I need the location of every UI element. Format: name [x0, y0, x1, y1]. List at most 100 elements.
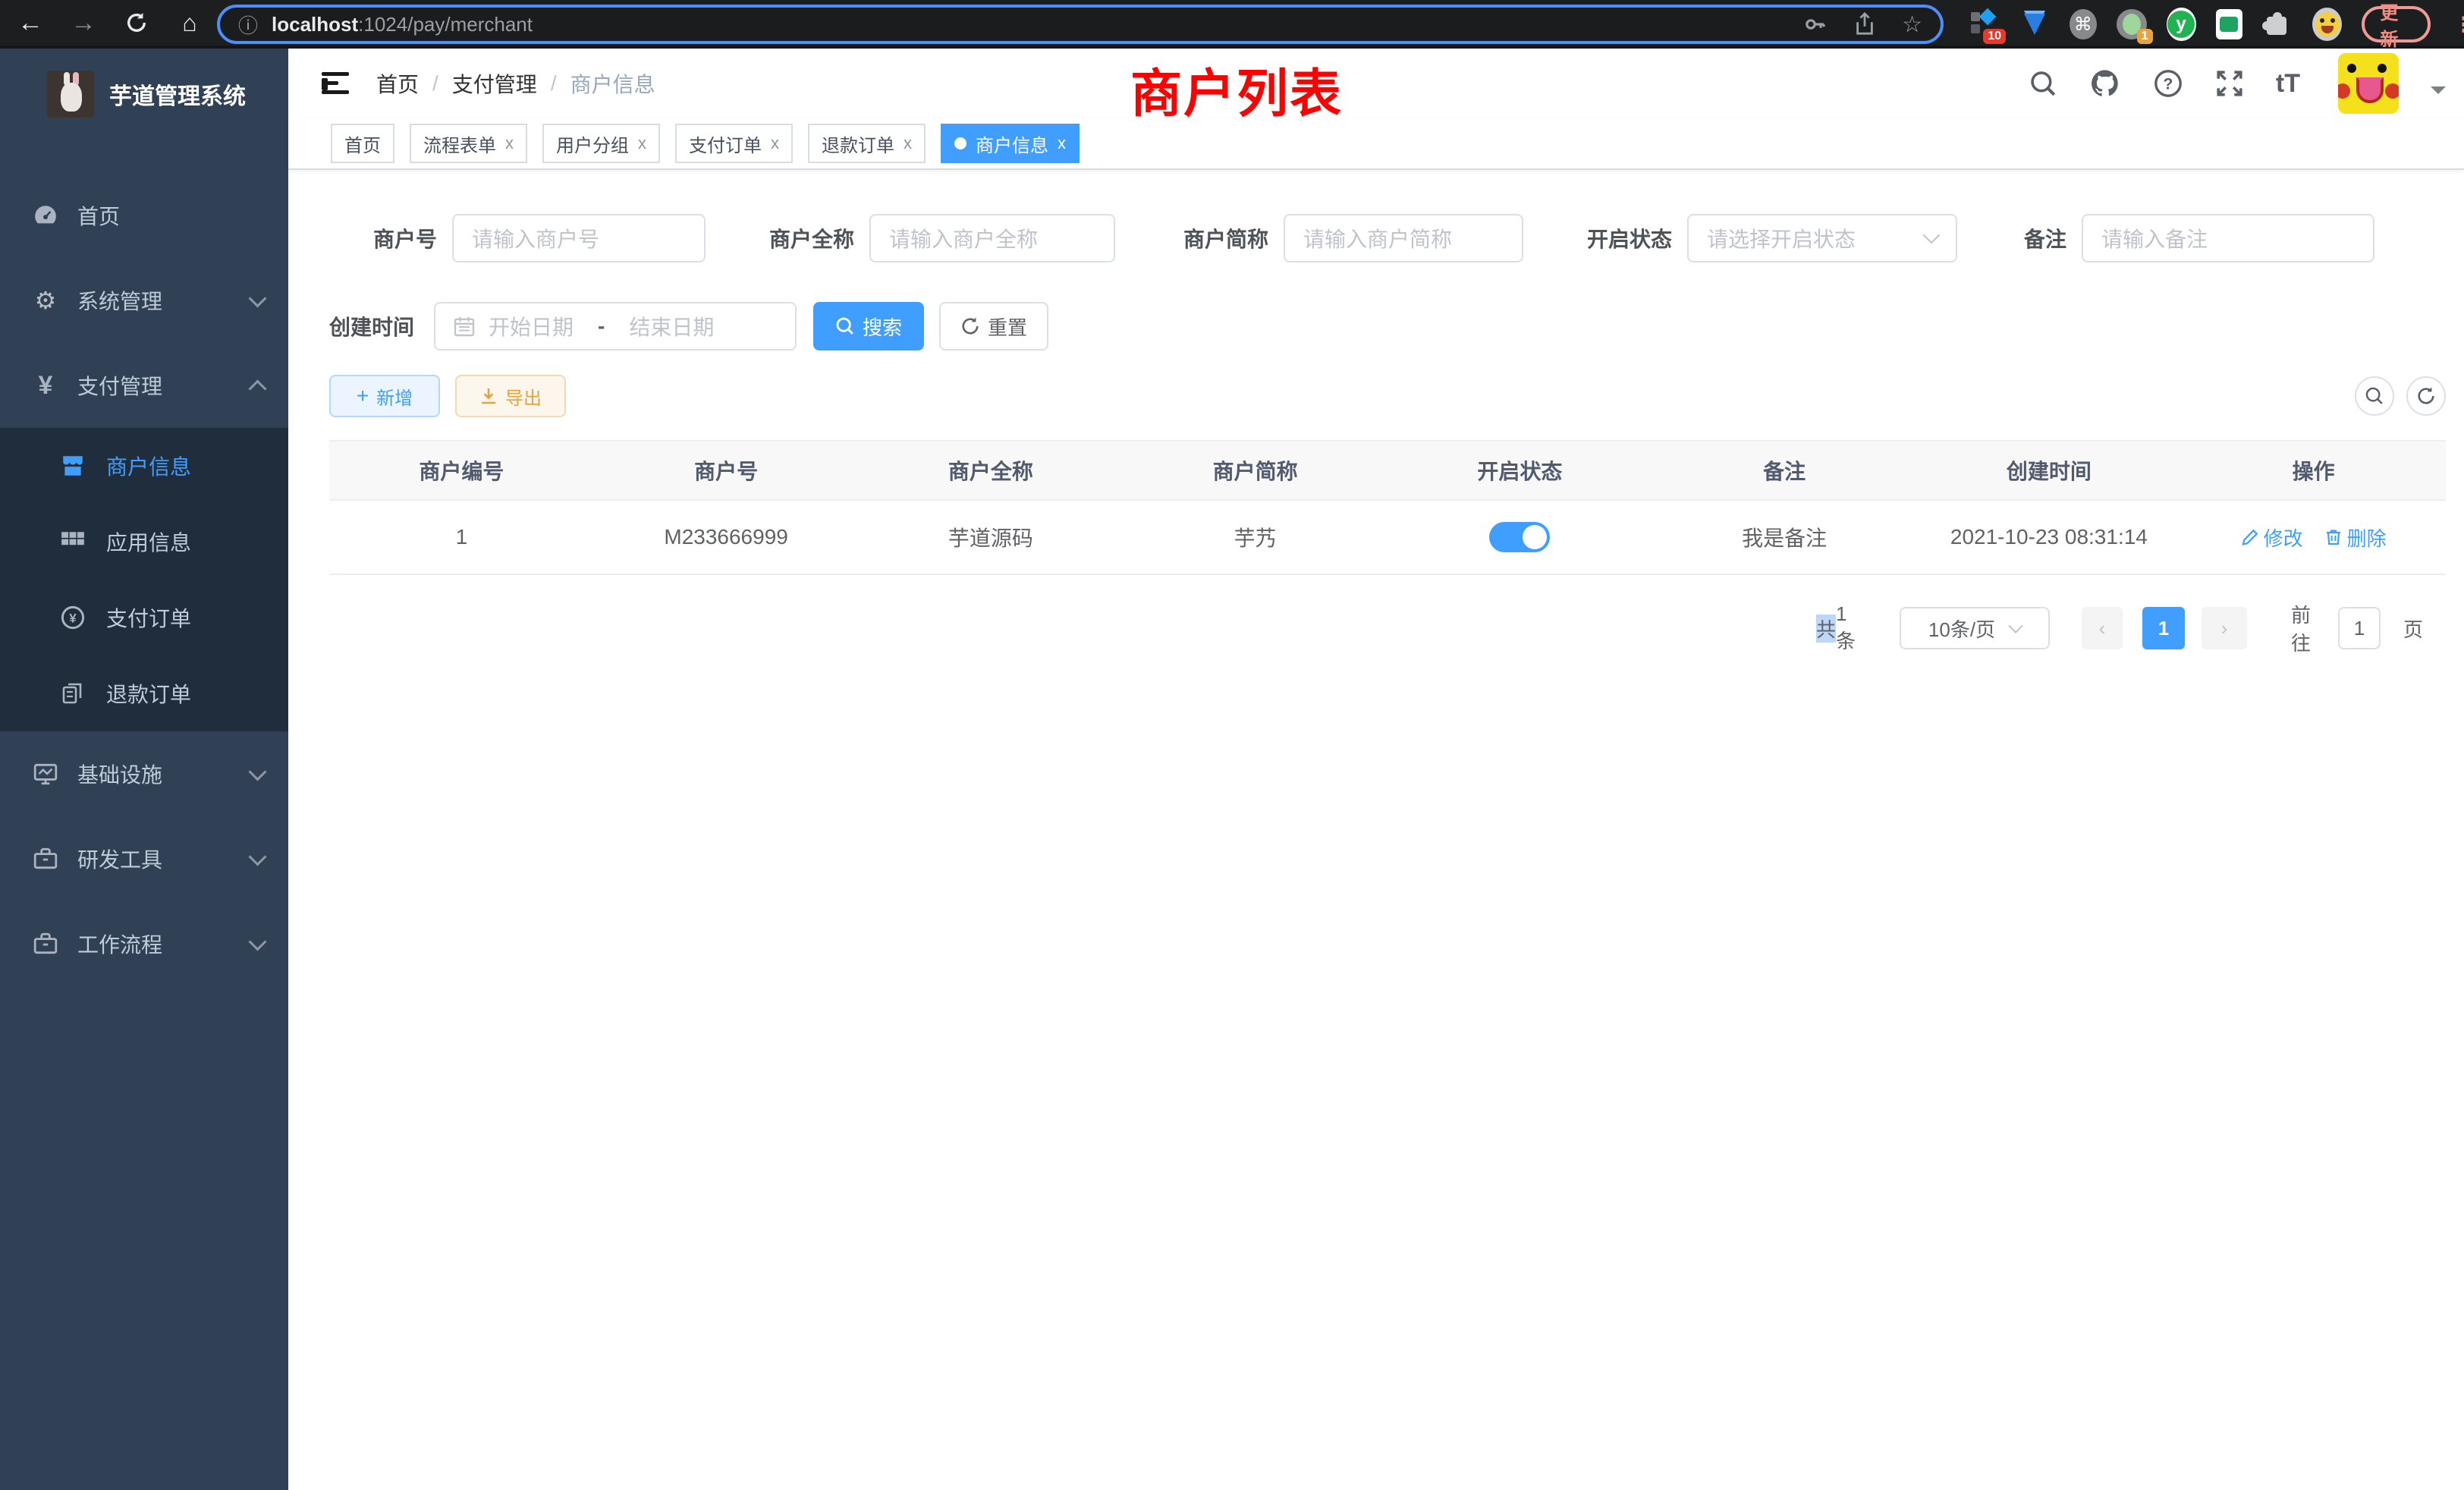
- grid-icon: [59, 529, 86, 555]
- extensions-puzzle-icon[interactable]: [2262, 9, 2293, 39]
- chevron-down-icon: [248, 289, 266, 307]
- briefcase-icon: [32, 931, 59, 957]
- help-icon[interactable]: ?: [2153, 68, 2183, 99]
- sidebar-item-system[interactable]: ⚙ 系统管理: [0, 258, 288, 343]
- extension-y-icon[interactable]: y: [2167, 8, 2196, 41]
- browser-home-button[interactable]: ⌂: [168, 2, 211, 44]
- full-name-input[interactable]: 请输入商户全称: [869, 214, 1115, 262]
- sidebar-item-app-info[interactable]: 应用信息: [0, 504, 288, 580]
- url-path: :1024/pay/merchant: [358, 13, 533, 36]
- reset-button[interactable]: 重置: [939, 302, 1048, 350]
- sidebar-item-workflow[interactable]: 工作流程: [0, 901, 288, 986]
- page-size-select[interactable]: 10条/页: [1900, 607, 2050, 649]
- sidebar-item-infrastructure[interactable]: 基础设施: [0, 731, 288, 816]
- browser-update-button[interactable]: 更新: [2362, 6, 2431, 42]
- toggle-search-button[interactable]: [2355, 376, 2394, 416]
- sidebar-item-payment[interactable]: ¥ 支付管理: [0, 343, 288, 428]
- browser-profile-avatar[interactable]: [2312, 8, 2342, 41]
- github-icon[interactable]: [2089, 68, 2121, 99]
- extension-chat-icon[interactable]: [2216, 9, 2243, 39]
- sidebar-item-home[interactable]: 首页: [0, 173, 288, 258]
- short-name-input[interactable]: 请输入商户简称: [1284, 214, 1523, 262]
- refresh-icon: [2416, 386, 2436, 406]
- extension-gem-icon[interactable]: [2019, 9, 2050, 39]
- user-avatar[interactable]: [2338, 53, 2399, 114]
- next-page-button[interactable]: ›: [2202, 607, 2247, 649]
- y-glyph: y: [2167, 11, 2195, 38]
- calendar-icon: [454, 316, 475, 337]
- close-icon[interactable]: x: [505, 134, 514, 153]
- sidebar-logo-row[interactable]: 芋道管理系统: [0, 49, 288, 140]
- search-icon: [835, 316, 855, 336]
- status-toggle[interactable]: [1489, 522, 1550, 552]
- prev-page-button[interactable]: ‹: [2082, 607, 2123, 649]
- password-key-icon[interactable]: [1803, 12, 1828, 36]
- tab-user-group[interactable]: 用户分组x: [542, 124, 660, 163]
- app-title: 芋道管理系统: [109, 77, 246, 111]
- export-button-label: 导出: [505, 383, 542, 410]
- sidebar-item-merchant-info[interactable]: 商户信息: [0, 428, 288, 504]
- close-icon[interactable]: x: [904, 134, 912, 153]
- tab-merchant-info[interactable]: 商户信息 x: [941, 124, 1080, 163]
- sidebar-item-pay-order[interactable]: ¥ 支付订单: [0, 580, 288, 655]
- cell-id: 1: [329, 501, 594, 574]
- total-count: 共1条: [1816, 607, 1856, 649]
- sidebar-collapse-button[interactable]: [322, 72, 349, 95]
- tab-refund-order[interactable]: 退款订单x: [808, 124, 926, 163]
- site-info-icon[interactable]: ⓘ: [238, 11, 258, 39]
- refresh-table-button[interactable]: [2406, 376, 2446, 416]
- share-icon[interactable]: [1853, 12, 1876, 36]
- delete-link[interactable]: 删除: [2324, 523, 2387, 552]
- user-menu-caret-icon[interactable]: [2431, 86, 2446, 102]
- screen: ← → ⌂ ⓘ localhost:1024/pay/merchant ☆ 10…: [0, 0, 2464, 1490]
- page-size-value: 10条/页: [1928, 615, 1995, 643]
- page-number-1[interactable]: 1: [2142, 607, 2185, 649]
- column-header-actions: 操作: [2181, 442, 2446, 499]
- browser-back-button[interactable]: ←: [9, 2, 52, 44]
- goto-suffix: 页: [2403, 607, 2423, 649]
- sidebar-item-refund-order[interactable]: 退款订单: [0, 655, 288, 731]
- extension-recorder-icon[interactable]: 1: [2117, 9, 2147, 39]
- table-header-row: 商户编号 商户号 商户全称 商户简称 开启状态 备注 创建时间 操作: [329, 442, 2446, 501]
- date-range-input[interactable]: 开始日期 - 结束日期: [434, 302, 797, 350]
- merchant-no-input[interactable]: 请输入商户号: [452, 214, 706, 262]
- placeholder-text: 请输入备注: [2101, 223, 2208, 253]
- tags-view: 首页 流程表单 x 用户分组x 支付订单x 退款订单x 商户信息 x: [288, 118, 2464, 170]
- goto-page-input[interactable]: 1: [2338, 607, 2381, 649]
- breadcrumb-home[interactable]: 首页: [376, 68, 419, 99]
- export-button[interactable]: 导出: [455, 375, 566, 417]
- breadcrumb-payment[interactable]: 支付管理: [452, 68, 537, 99]
- add-button[interactable]: + 新增: [329, 375, 440, 417]
- status-select[interactable]: 请选择开启状态: [1687, 214, 1957, 262]
- extension-badge: 10: [1983, 29, 2006, 44]
- url-host: localhost: [272, 13, 358, 36]
- address-bar[interactable]: ⓘ localhost:1024/pay/merchant ☆: [217, 5, 1944, 44]
- search-button[interactable]: 搜索: [813, 302, 924, 350]
- tab-process-form[interactable]: 流程表单 x: [410, 124, 527, 163]
- extension-tampermonkey-icon[interactable]: 10: [1969, 9, 2000, 39]
- tab-home[interactable]: 首页: [331, 124, 394, 163]
- fullscreen-icon[interactable]: [2215, 69, 2244, 98]
- tab-pay-order[interactable]: 支付订单x: [675, 124, 793, 163]
- search-icon[interactable]: [2029, 69, 2057, 98]
- tab-label: 商户信息: [976, 130, 1048, 157]
- column-header-short-name: 商户简称: [1123, 442, 1388, 499]
- sidebar-item-dev-tools[interactable]: 研发工具: [0, 816, 288, 901]
- browser-forward-button[interactable]: →: [62, 2, 105, 44]
- plus-icon: +: [357, 384, 369, 408]
- yen-icon: ¥: [32, 371, 59, 401]
- extension-command-icon[interactable]: ⌘: [2070, 9, 2097, 39]
- sidebar-item-label: 应用信息: [106, 527, 191, 557]
- remark-input[interactable]: 请输入备注: [2082, 214, 2374, 262]
- tab-label: 首页: [344, 130, 381, 157]
- close-icon[interactable]: x: [638, 134, 646, 153]
- bookmark-star-icon[interactable]: ☆: [1902, 11, 1922, 38]
- close-icon[interactable]: x: [1058, 134, 1066, 153]
- edit-link[interactable]: 修改: [2241, 523, 2303, 552]
- browser-reload-button[interactable]: [115, 2, 158, 44]
- tab-label: 流程表单: [423, 130, 496, 157]
- column-header-remark: 备注: [1652, 442, 1917, 499]
- font-size-icon[interactable]: tT: [2276, 69, 2300, 99]
- browser-menu-icon[interactable]: ⋮: [2453, 12, 2464, 37]
- close-icon[interactable]: x: [771, 134, 779, 153]
